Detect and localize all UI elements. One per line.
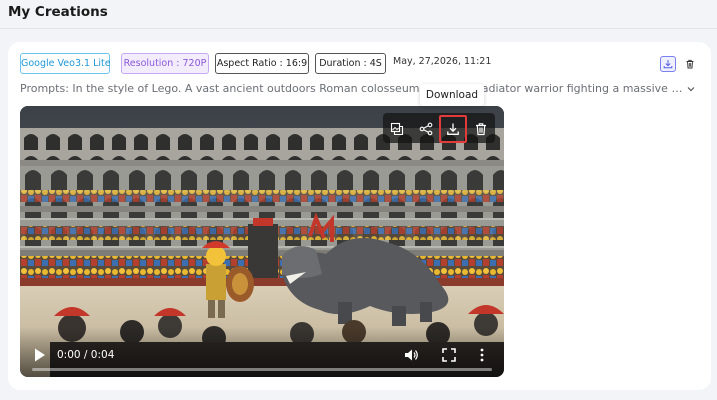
prompt-text: Prompts: In the style of Lego. A vast an… <box>20 82 685 95</box>
copy-button[interactable] <box>383 116 411 142</box>
download-button[interactable] <box>439 115 467 143</box>
page-header: My Creations <box>0 0 717 30</box>
video-player[interactable]: 0:00 / 0:04 <box>20 106 504 377</box>
aspect-ratio-tag: Aspect Ratio : 16:9 <box>215 53 309 74</box>
trash-icon <box>476 123 486 136</box>
fullscreen-icon[interactable] <box>442 348 456 362</box>
header-divider <box>0 28 717 29</box>
download-tooltip: Download <box>420 84 484 106</box>
copy-image-icon <box>390 122 404 136</box>
play-icon[interactable] <box>34 348 46 362</box>
share-button[interactable] <box>412 116 440 142</box>
chevron-down-icon[interactable] <box>685 83 697 95</box>
creation-date: May, 27,2026, 11:21 <box>393 56 492 67</box>
duration-tag: Duration : 4S <box>315 53 386 74</box>
page-title: My Creations <box>8 4 108 20</box>
resolution-tag: Resolution : 720P <box>121 53 209 74</box>
trash-icon <box>686 59 694 69</box>
download-icon <box>663 60 673 69</box>
card-delete-button[interactable] <box>682 56 698 72</box>
video-controls: 0:00 / 0:04 <box>20 327 504 377</box>
card-download-button[interactable] <box>660 56 676 72</box>
video-time: 0:00 / 0:04 <box>57 349 115 361</box>
model-tag: Google Veo3.1 Lite <box>20 53 111 74</box>
volume-icon[interactable] <box>404 348 418 362</box>
video-progress-bar[interactable] <box>32 368 492 371</box>
download-icon <box>447 123 459 135</box>
share-icon <box>419 122 433 136</box>
delete-button[interactable] <box>467 116 495 142</box>
more-vertical-icon[interactable] <box>479 348 485 362</box>
